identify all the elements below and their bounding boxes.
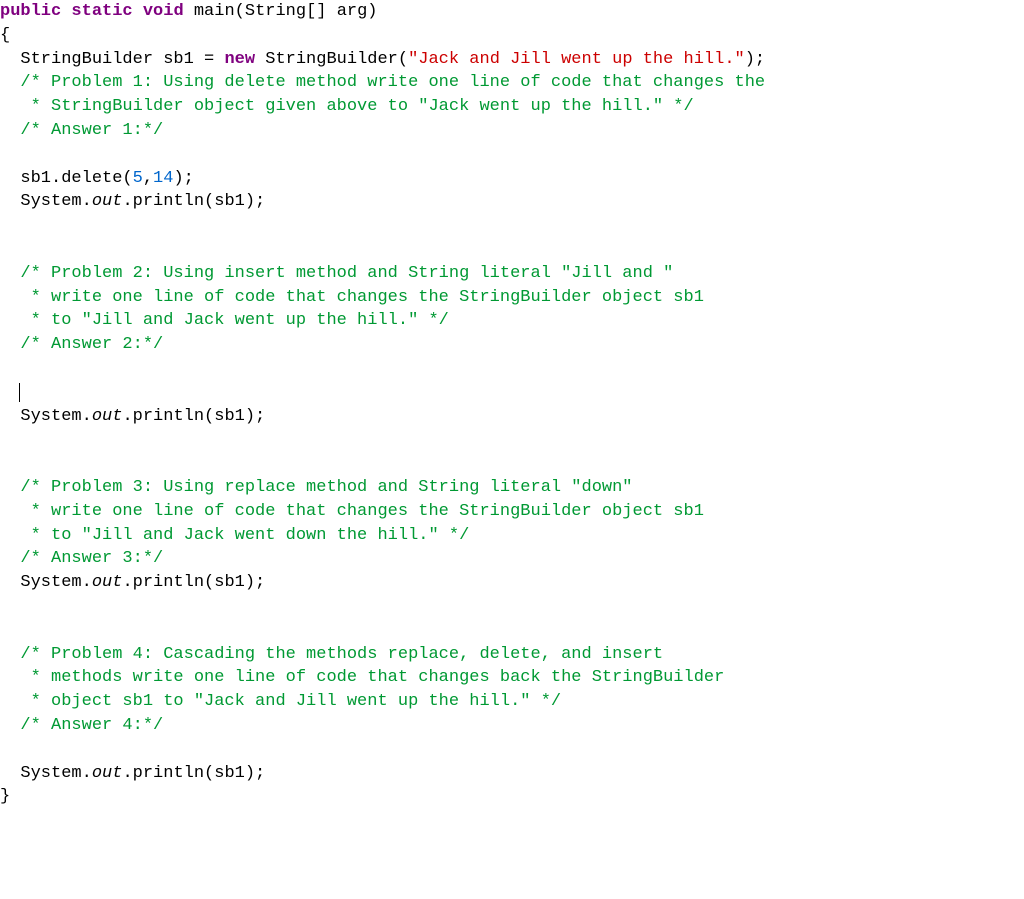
comment-p2-line3: * to "Jill and Jack went up the hill." *… [0, 311, 449, 330]
num-5: 5 [133, 169, 143, 188]
num-14: 14 [153, 169, 173, 188]
comment-p3-line3: * to "Jill and Jack went down the hill."… [0, 526, 469, 545]
comment-p2-line2: * write one line of code that changes th… [0, 288, 704, 307]
brace-open: { [0, 26, 10, 45]
out-field: out [92, 764, 123, 783]
comment-a4: /* Answer 4:*/ [0, 716, 163, 735]
kw-new: new [224, 50, 255, 69]
arg-decl: String[] arg [245, 2, 367, 21]
paren-close: ) [367, 2, 377, 21]
out-field: out [92, 573, 123, 592]
comment-p4-line3: * object sb1 to "Jack and Jill went up t… [0, 692, 561, 711]
println2-b: .println(sb1); [122, 407, 265, 426]
println1-b: .println(sb1); [122, 192, 265, 211]
println4-a: System. [0, 764, 92, 783]
kw-public: public [0, 2, 61, 21]
comment-p1-line2: * StringBuilder object given above to "J… [0, 97, 694, 116]
stmt-end: ); [173, 169, 193, 188]
comment-p2-line1: /* Problem 2: Using insert method and St… [0, 264, 673, 283]
code-block: public static void main(String[] arg) { … [0, 0, 1024, 809]
println4-b: .println(sb1); [122, 764, 265, 783]
brace-close: } [0, 787, 10, 806]
delete-call-a: sb1.delete( [0, 169, 133, 188]
sb1-ctor: StringBuilder( [255, 50, 408, 69]
comment-a1: /* Answer 1:*/ [0, 121, 163, 140]
empty-line-cursor[interactable] [0, 383, 20, 402]
comment-p4-line2: * methods write one line of code that ch… [0, 668, 724, 687]
out-field: out [92, 407, 123, 426]
comma: , [143, 169, 153, 188]
kw-static: static [71, 2, 132, 21]
println1-a: System. [0, 192, 92, 211]
comment-p4-line1: /* Problem 4: Cascading the methods repl… [0, 645, 663, 664]
println3-b: .println(sb1); [122, 573, 265, 592]
sb1-decl-left: StringBuilder sb1 = [0, 50, 224, 69]
stmt-end: ); [745, 50, 765, 69]
comment-p3-line2: * write one line of code that changes th… [0, 502, 704, 521]
string-literal-1: "Jack and Jill went up the hill." [408, 50, 745, 69]
kw-void: void [143, 2, 184, 21]
comment-a2: /* Answer 2:*/ [0, 335, 163, 354]
out-field: out [92, 192, 123, 211]
println3-a: System. [0, 573, 92, 592]
comment-p1-line1: /* Problem 1: Using delete method write … [0, 73, 765, 92]
comment-a3: /* Answer 3:*/ [0, 549, 163, 568]
println2-a: System. [0, 407, 92, 426]
text-cursor-icon [19, 383, 20, 402]
method-main: main [194, 2, 235, 21]
comment-p3-line1: /* Problem 3: Using replace method and S… [0, 478, 633, 497]
